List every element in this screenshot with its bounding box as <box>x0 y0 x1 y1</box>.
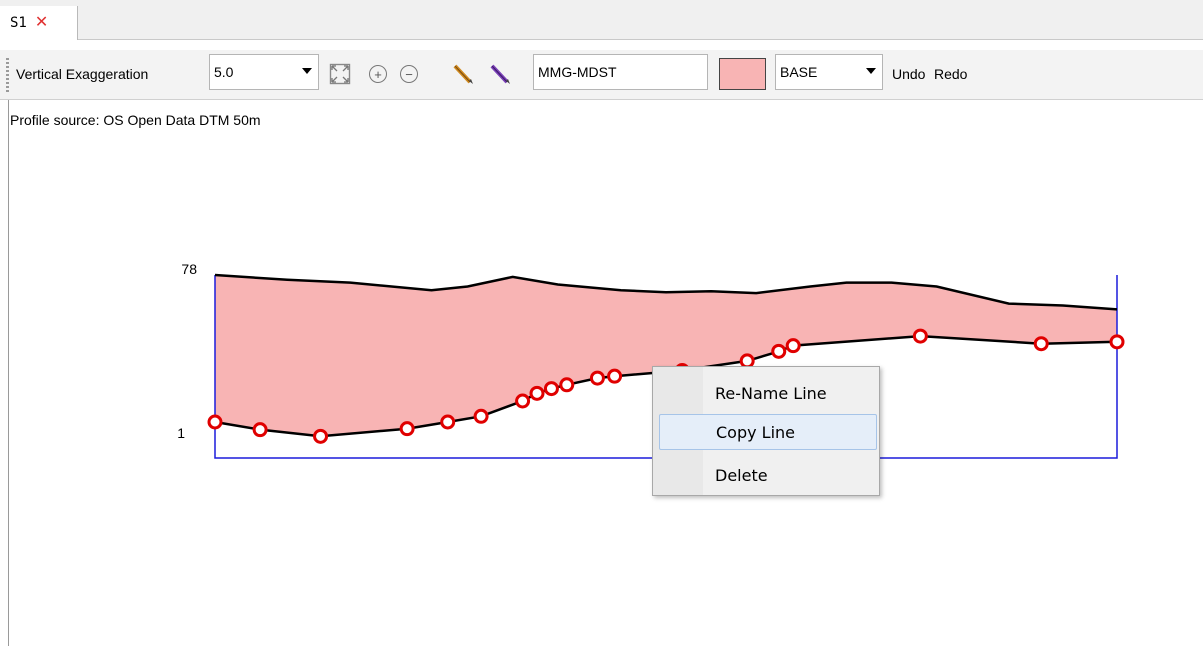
vertex-point[interactable] <box>607 368 623 384</box>
vertex-point[interactable] <box>785 338 801 354</box>
y-tick-label-bottom: 1 <box>177 425 185 441</box>
menu-item-rename-line[interactable]: Re-Name Line <box>659 375 877 411</box>
y-tick-label-top: 78 <box>181 261 197 277</box>
menu-item-label: Re-Name Line <box>715 383 827 403</box>
vertex-point[interactable] <box>589 370 605 386</box>
vertex-point[interactable] <box>1033 336 1049 352</box>
vertex-point[interactable] <box>1109 334 1125 350</box>
vertex-point[interactable] <box>313 428 329 444</box>
vertex-point[interactable] <box>399 421 415 437</box>
context-menu: Re-Name Line Copy Line Delete <box>652 366 880 496</box>
profile-chart[interactable]: 78 1 <box>0 0 1203 646</box>
menu-item-copy-line[interactable]: Copy Line <box>659 414 877 450</box>
vertex-point[interactable] <box>252 422 268 438</box>
vertex-point[interactable] <box>771 343 787 359</box>
vertex-point[interactable] <box>440 414 456 430</box>
vertex-point[interactable] <box>559 377 575 393</box>
vertex-point[interactable] <box>543 381 559 397</box>
vertex-point[interactable] <box>473 408 489 424</box>
vertex-point[interactable] <box>912 328 928 344</box>
menu-item-label: Delete <box>715 465 768 485</box>
vertex-point[interactable] <box>515 393 531 409</box>
vertex-point[interactable] <box>529 385 545 401</box>
vertex-point[interactable] <box>207 414 223 430</box>
menu-item-delete[interactable]: Delete <box>659 457 877 493</box>
menu-item-label: Copy Line <box>716 422 796 442</box>
